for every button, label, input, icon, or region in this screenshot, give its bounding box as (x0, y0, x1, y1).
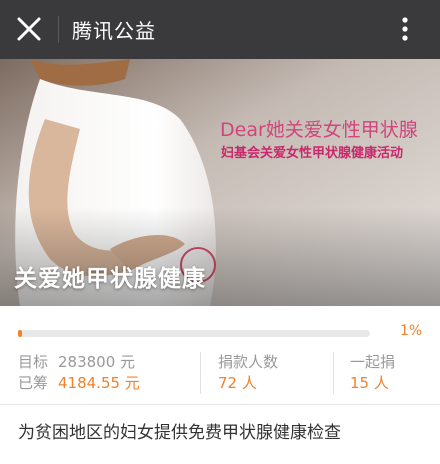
raised-label: 已筹 (18, 374, 49, 392)
title-divider (58, 16, 59, 43)
progress-fill (18, 330, 23, 337)
stat-divider (200, 352, 201, 394)
stat-divider (333, 352, 334, 394)
close-button[interactable] (14, 14, 44, 44)
goal-value: 283800 元 (58, 353, 136, 371)
campaign-headline: 关爱她甲状腺健康 (14, 266, 206, 292)
banner-subtitle: 妇基会关爱女性甲状腺健康活动 (221, 146, 404, 161)
raised-value: 4184.55 元 (58, 374, 140, 392)
campaign-banner[interactable]: Dear她关爱女性甲状腺 妇基会关爱女性甲状腺健康活动 关爱她甲状腺健康 (0, 59, 440, 306)
together-value: 15 人 (350, 374, 389, 392)
banner-slogan: Dear她关爱女性甲状腺 (220, 119, 418, 141)
progress-percent: 1% (400, 323, 423, 339)
more-vertical-icon[interactable] (392, 14, 418, 44)
donation-progress: 1% 目标 283800 元 已筹 4184.55 元 捐款人数 72 人 一起… (0, 306, 440, 404)
donors-label: 捐款人数 (218, 353, 279, 371)
section-divider (0, 404, 440, 405)
page-title: 腾讯公益 (72, 19, 156, 43)
campaign-description: 为贫困地区的妇女提供免费甲状腺健康检查 (18, 423, 341, 443)
close-icon[interactable] (14, 14, 44, 44)
more-button[interactable] (392, 14, 418, 44)
together-label: 一起捐 (350, 353, 396, 371)
progress-track (18, 330, 370, 337)
top-bar: 腾讯公益 (0, 0, 440, 59)
goal-label: 目标 (18, 353, 49, 371)
donors-value: 72 人 (218, 374, 257, 392)
